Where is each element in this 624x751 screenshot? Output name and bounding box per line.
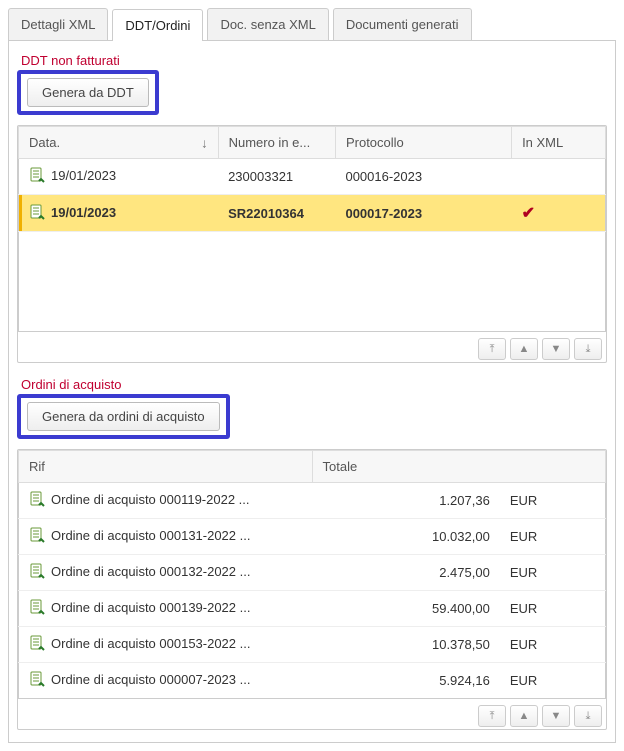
ordini-row-totale: 10.378,50 — [312, 627, 500, 663]
ddt-row-inxml: ✔ — [512, 195, 606, 232]
ordini-row-currency: EUR — [500, 663, 606, 699]
document-icon — [29, 671, 45, 690]
tab-dettagli-xml[interactable]: Dettagli XML — [8, 8, 108, 40]
panel-ddt-ordini: DDT non fatturati Genera da DDT Data. ↓ … — [8, 41, 616, 743]
ddt-pager-first-button[interactable]: ⤒ — [478, 338, 506, 360]
ordini-row[interactable]: Ordine di acquisto 000153-2022 ... 10.378… — [19, 627, 606, 663]
ordini-pager: ⤒ ▲ ▼ ⤓ — [18, 699, 606, 729]
ddt-row-protocollo: 000017-2023 — [335, 195, 511, 232]
ddt-row[interactable]: 19/01/2023 SR22010364000017-2023 ✔ — [19, 195, 606, 232]
down-icon: ▼ — [551, 710, 562, 722]
ordini-row-currency: EUR — [500, 483, 606, 519]
tab-ddt-ordini[interactable]: DDT/Ordini — [112, 9, 203, 41]
ordini-col-rif[interactable]: Rif — [19, 451, 313, 483]
tab-doc-senza-xml[interactable]: Doc. senza XML — [207, 8, 328, 40]
tab-documenti-generati[interactable]: Documenti generati — [333, 8, 472, 40]
ddt-row-protocollo: 000016-2023 — [335, 159, 511, 195]
ordini-row[interactable]: Ordine di acquisto 000007-2023 ... 5.924,… — [19, 663, 606, 699]
ddt-pager-next-button[interactable]: ▼ — [542, 338, 570, 360]
ddt-row[interactable]: 19/01/2023 230003321000016-2023 — [19, 159, 606, 195]
ddt-col-data-label: Data. — [29, 135, 60, 150]
ddt-row-data: 19/01/2023 — [51, 168, 116, 183]
document-icon — [29, 635, 45, 654]
ordini-row-totale: 1.207,36 — [312, 483, 500, 519]
ordini-row-currency: EUR — [500, 591, 606, 627]
ordini-button-highlight: Genera da ordini di acquisto — [17, 394, 230, 439]
document-icon — [29, 167, 45, 186]
ddt-pager-last-button[interactable]: ⤓ — [574, 338, 602, 360]
ddt-col-inxml[interactable]: In XML — [512, 127, 606, 159]
ddt-pager-prev-button[interactable]: ▲ — [510, 338, 538, 360]
document-icon — [29, 204, 45, 223]
ddt-row-numero: 230003321 — [218, 159, 335, 195]
check-icon: ✔ — [522, 205, 535, 222]
ordini-row-rif: Ordine di acquisto 000007-2023 ... — [51, 672, 250, 687]
ordini-row-currency: EUR — [500, 627, 606, 663]
ordini-row-rif: Ordine di acquisto 000119-2022 ... — [51, 492, 250, 507]
ordini-pager-next-button[interactable]: ▼ — [542, 705, 570, 727]
ordini-pager-first-button[interactable]: ⤒ — [478, 705, 506, 727]
ordini-row-totale: 5.924,16 — [312, 663, 500, 699]
ordini-pager-prev-button[interactable]: ▲ — [510, 705, 538, 727]
ddt-row-data: 19/01/2023 — [51, 204, 116, 219]
genera-da-ordini-button[interactable]: Genera da ordini di acquisto — [27, 402, 220, 431]
first-icon: ⤒ — [490, 343, 495, 355]
ddt-table: Data. ↓ Numero in e... Protocollo In XML… — [18, 126, 606, 332]
ddt-button-highlight: Genera da DDT — [17, 70, 159, 115]
ordini-table: Rif Totale Ordine di acquisto 000119-202… — [18, 450, 606, 699]
ordini-row[interactable]: Ordine di acquisto 000132-2022 ... 2.475,… — [19, 555, 606, 591]
last-icon: ⤓ — [586, 343, 591, 355]
ordini-row-totale: 10.032,00 — [312, 519, 500, 555]
ordini-row-rif: Ordine di acquisto 000139-2022 ... — [51, 600, 250, 615]
ordini-row[interactable]: Ordine di acquisto 000131-2022 ... 10.032… — [19, 519, 606, 555]
ddt-empty-area — [19, 232, 606, 332]
ddt-pager: ⤒ ▲ ▼ ⤓ — [18, 332, 606, 362]
ordini-row-currency: EUR — [500, 555, 606, 591]
first-icon: ⤒ — [490, 710, 495, 722]
ddt-row-inxml — [512, 159, 606, 195]
up-icon: ▲ — [519, 343, 530, 355]
ordini-row-rif: Ordine di acquisto 000153-2022 ... — [51, 636, 250, 651]
down-icon: ▼ — [551, 343, 562, 355]
ordini-row-currency: EUR — [500, 519, 606, 555]
ddt-col-numero[interactable]: Numero in e... — [218, 127, 335, 159]
ordini-pager-last-button[interactable]: ⤓ — [574, 705, 602, 727]
document-icon — [29, 527, 45, 546]
tab-bar: Dettagli XML DDT/Ordini Doc. senza XML D… — [8, 8, 616, 41]
ordini-row-rif: Ordine di acquisto 000131-2022 ... — [51, 528, 250, 543]
ddt-col-data[interactable]: Data. ↓ — [19, 127, 219, 159]
ordini-row-totale: 2.475,00 — [312, 555, 500, 591]
ordini-row[interactable]: Ordine di acquisto 000139-2022 ... 59.400… — [19, 591, 606, 627]
ddt-section-title: DDT non fatturati — [21, 53, 607, 68]
last-icon: ⤓ — [586, 710, 591, 722]
ordini-section-title: Ordini di acquisto — [21, 377, 607, 392]
sort-down-icon: ↓ — [201, 135, 208, 150]
document-icon — [29, 599, 45, 618]
ordini-table-wrap: Rif Totale Ordine di acquisto 000119-202… — [17, 449, 607, 730]
ddt-row-numero: SR22010364 — [218, 195, 335, 232]
genera-da-ddt-button[interactable]: Genera da DDT — [27, 78, 149, 107]
ddt-table-wrap: Data. ↓ Numero in e... Protocollo In XML… — [17, 125, 607, 363]
ordini-row-totale: 59.400,00 — [312, 591, 500, 627]
ddt-col-protocollo[interactable]: Protocollo — [335, 127, 511, 159]
ordini-row-rif: Ordine di acquisto 000132-2022 ... — [51, 564, 250, 579]
ordini-row[interactable]: Ordine di acquisto 000119-2022 ... 1.207,… — [19, 483, 606, 519]
ordini-col-totale[interactable]: Totale — [312, 451, 606, 483]
document-icon — [29, 491, 45, 510]
up-icon: ▲ — [519, 710, 530, 722]
document-icon — [29, 563, 45, 582]
